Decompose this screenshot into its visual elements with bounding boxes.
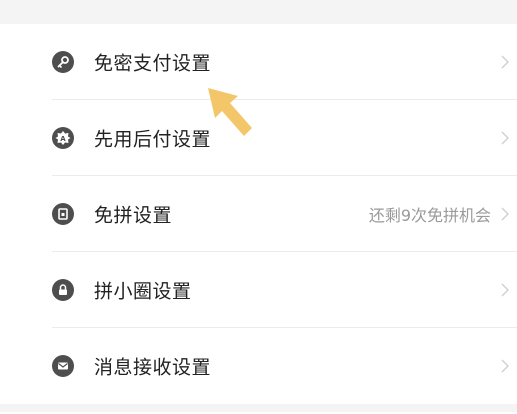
setting-row-pay-later[interactable]: A 先用后付设置 [0,100,517,176]
chevron-right-icon [501,207,509,221]
setting-row-group-free[interactable]: 免拼设置 还剩9次免拼机会 [0,176,517,252]
svg-text:A: A [60,135,66,143]
bottom-spacer [0,404,517,412]
chevron-right-icon [501,359,509,373]
chevron-right-icon [501,283,509,297]
chevron-right-icon [501,131,509,145]
setting-label: 拼小圈设置 [94,280,192,303]
setting-aux-text: 还剩9次免拼机会 [368,206,491,225]
top-spacer [0,0,517,24]
document-icon [52,203,74,225]
setting-label: 免密支付设置 [94,52,212,75]
setting-label: 先用后付设置 [94,128,212,151]
settings-list: 免密支付设置 A 先用后付设置 免拼设置 还剩9次免拼机会 拼小圈设置 消息接收… [0,24,517,404]
pointer-arrow-icon [208,88,252,136]
setting-row-message-receive[interactable]: 消息接收设置 [0,328,517,404]
mail-icon [52,355,74,377]
lock-icon [52,279,74,301]
key-icon [52,51,74,73]
setting-label: 消息接收设置 [94,356,212,379]
setting-row-circle[interactable]: 拼小圈设置 [0,252,517,328]
setting-row-password-free-payment[interactable]: 免密支付设置 [0,24,517,100]
setting-label: 免拼设置 [94,204,173,227]
settings-page: 免密支付设置 A 先用后付设置 免拼设置 还剩9次免拼机会 拼小圈设置 消息接收… [0,0,517,414]
chevron-right-icon [501,55,509,69]
gear-badge-icon: A [52,127,74,149]
